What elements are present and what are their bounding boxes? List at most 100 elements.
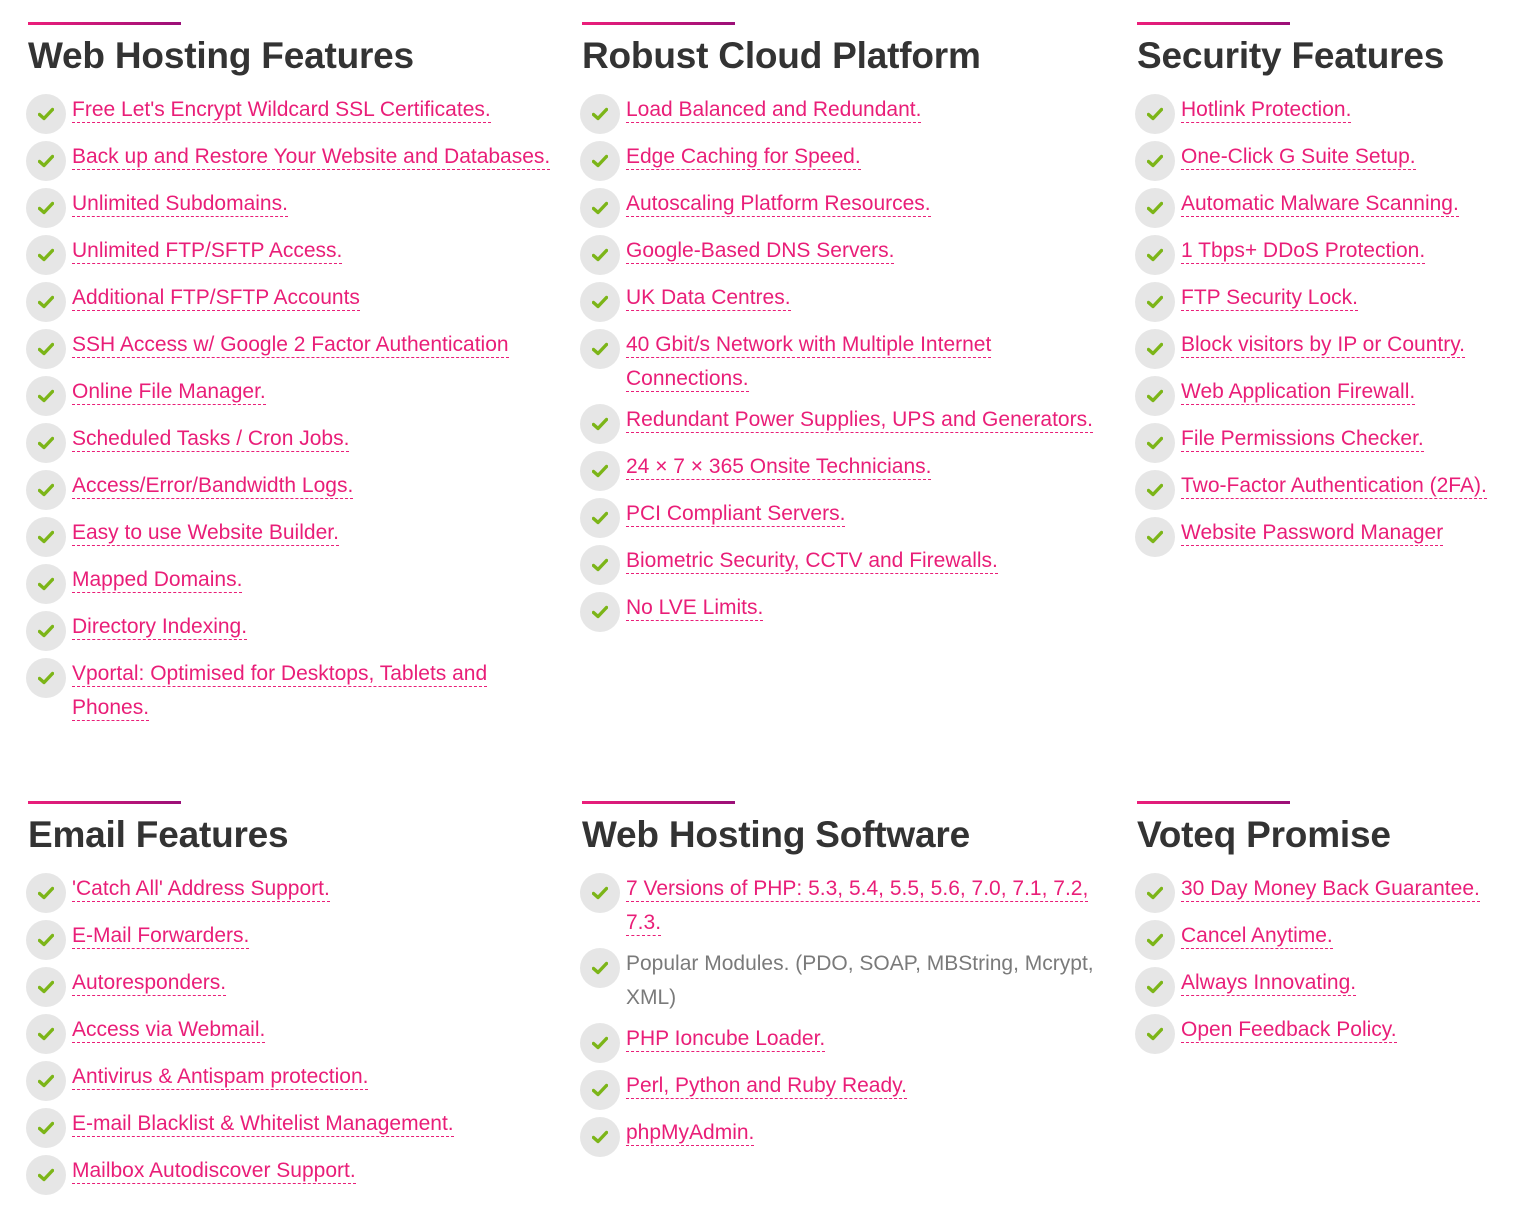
feature-item: Redundant Power Supplies, UPS and Genera…: [580, 403, 1112, 444]
check-icon: [26, 376, 66, 416]
feature-item: Biometric Security, CCTV and Firewalls.: [580, 544, 1112, 585]
feature-link[interactable]: Mapped Domains.: [72, 568, 243, 593]
feature-item: SSH Access w/ Google 2 Factor Authentica…: [26, 328, 558, 369]
check-icon: [26, 282, 66, 322]
feature-item: Two-Factor Authentication (2FA).: [1135, 469, 1512, 510]
feature-link[interactable]: Biometric Security, CCTV and Firewalls.: [626, 549, 998, 574]
feature-link[interactable]: Hotlink Protection.: [1181, 98, 1352, 123]
feature-link[interactable]: Cancel Anytime.: [1181, 924, 1333, 949]
feature-link[interactable]: Always Innovating.: [1181, 971, 1357, 996]
feature-link[interactable]: Unlimited Subdomains.: [72, 192, 288, 217]
check-icon: [26, 1155, 66, 1195]
feature-link[interactable]: Two-Factor Authentication (2FA).: [1181, 474, 1487, 499]
feature-item: Autoresponders.: [26, 966, 558, 1007]
feature-item: phpMyAdmin.: [580, 1116, 1112, 1157]
feature-link[interactable]: SSH Access w/ Google 2 Factor Authentica…: [72, 333, 509, 358]
check-icon: [1135, 94, 1175, 134]
check-icon: [580, 404, 620, 444]
feature-link[interactable]: PCI Compliant Servers.: [626, 502, 846, 527]
feature-list: Free Let's Encrypt Wildcard SSL Certific…: [26, 93, 558, 725]
feature-text: Popular Modules. (PDO, SOAP, MBString, M…: [626, 952, 1094, 1009]
feature-link[interactable]: Unlimited FTP/SFTP Access.: [72, 239, 343, 264]
feature-link[interactable]: Mailbox Autodiscover Support.: [72, 1159, 356, 1184]
feature-item: Edge Caching for Speed.: [580, 140, 1112, 181]
section-email-features: Email Features 'Catch All' Address Suppo…: [26, 801, 558, 1201]
feature-link[interactable]: 1 Tbps+ DDoS Protection.: [1181, 239, 1426, 264]
feature-link[interactable]: Autoscaling Platform Resources.: [626, 192, 931, 217]
check-icon: [26, 1108, 66, 1148]
check-icon: [26, 517, 66, 557]
check-icon: [580, 1070, 620, 1110]
feature-link[interactable]: Open Feedback Policy.: [1181, 1018, 1397, 1043]
check-icon: [580, 94, 620, 134]
feature-link[interactable]: E-Mail Forwarders.: [72, 924, 250, 949]
feature-link[interactable]: One-Click G Suite Setup.: [1181, 145, 1416, 170]
check-icon: [26, 967, 66, 1007]
feature-link[interactable]: Load Balanced and Redundant.: [626, 98, 922, 123]
feature-item: Access/Error/Bandwidth Logs.: [26, 469, 558, 510]
feature-item: Online File Manager.: [26, 375, 558, 416]
check-icon: [26, 1061, 66, 1101]
feature-link[interactable]: Web Application Firewall.: [1181, 380, 1416, 405]
feature-link[interactable]: Website Password Manager: [1181, 521, 1444, 546]
feature-link[interactable]: 24 × 7 × 365 Onsite Technicians.: [626, 455, 932, 480]
accent-bar: [582, 22, 735, 25]
accent-bar: [582, 801, 735, 804]
feature-link[interactable]: UK Data Centres.: [626, 286, 791, 311]
check-icon: [580, 235, 620, 275]
feature-link[interactable]: Vportal: Optimised for Desktops, Tablets…: [72, 662, 488, 721]
check-icon: [26, 94, 66, 134]
feature-item: Website Password Manager: [1135, 516, 1512, 557]
feature-link[interactable]: Easy to use Website Builder.: [72, 521, 339, 546]
feature-list: 'Catch All' Address Support. E-Mail Forwa…: [26, 872, 558, 1195]
feature-link[interactable]: Directory Indexing.: [72, 615, 248, 640]
feature-link[interactable]: Redundant Power Supplies, UPS and Genera…: [626, 408, 1093, 433]
check-icon: [1135, 329, 1175, 369]
feature-link[interactable]: Block visitors by IP or Country.: [1181, 333, 1465, 358]
feature-item: Web Application Firewall.: [1135, 375, 1512, 416]
feature-link[interactable]: Free Let's Encrypt Wildcard SSL Certific…: [72, 98, 491, 123]
feature-list: 30 Day Money Back Guarantee. Cancel Anyti…: [1135, 872, 1512, 1054]
feature-item: UK Data Centres.: [580, 281, 1112, 322]
feature-link[interactable]: Google-Based DNS Servers.: [626, 239, 895, 264]
feature-link[interactable]: 7 Versions of PHP: 5.3, 5.4, 5.5, 5.6, 7…: [626, 877, 1089, 936]
feature-link[interactable]: Access/Error/Bandwidth Logs.: [72, 474, 354, 499]
check-icon: [26, 658, 66, 698]
feature-link[interactable]: Antivirus & Antispam protection.: [72, 1065, 369, 1090]
check-icon: [26, 873, 66, 913]
feature-link[interactable]: 40 Gbit/s Network with Multiple Internet…: [626, 333, 992, 392]
feature-link[interactable]: 30 Day Money Back Guarantee.: [1181, 877, 1480, 902]
feature-link[interactable]: File Permissions Checker.: [1181, 427, 1424, 452]
feature-link[interactable]: PHP Ioncube Loader.: [626, 1027, 826, 1052]
feature-list: 7 Versions of PHP: 5.3, 5.4, 5.5, 5.6, 7…: [580, 872, 1112, 1157]
feature-item: 1 Tbps+ DDoS Protection.: [1135, 234, 1512, 275]
feature-link[interactable]: Automatic Malware Scanning.: [1181, 192, 1459, 217]
feature-item: 'Catch All' Address Support.: [26, 872, 558, 913]
check-icon: [26, 470, 66, 510]
feature-link[interactable]: Online File Manager.: [72, 380, 266, 405]
feature-link[interactable]: Scheduled Tasks / Cron Jobs.: [72, 427, 350, 452]
check-icon: [580, 1117, 620, 1157]
check-icon: [1135, 376, 1175, 416]
feature-item: Additional FTP/SFTP Accounts: [26, 281, 558, 322]
feature-link[interactable]: Autoresponders.: [72, 971, 227, 996]
feature-item: Hotlink Protection.: [1135, 93, 1512, 134]
check-icon: [26, 235, 66, 275]
feature-item: No LVE Limits.: [580, 591, 1112, 632]
feature-item: FTP Security Lock.: [1135, 281, 1512, 322]
feature-link[interactable]: E-mail Blacklist & Whitelist Management.: [72, 1112, 454, 1137]
check-icon: [26, 188, 66, 228]
feature-link[interactable]: 'Catch All' Address Support.: [72, 877, 330, 902]
feature-link[interactable]: Perl, Python and Ruby Ready.: [626, 1074, 907, 1099]
check-icon: [26, 1014, 66, 1054]
section-title: Web Hosting Features: [28, 35, 414, 76]
feature-link[interactable]: Access via Webmail.: [72, 1018, 266, 1043]
feature-link[interactable]: Back up and Restore Your Website and Dat…: [72, 145, 551, 170]
feature-link[interactable]: Edge Caching for Speed.: [626, 145, 861, 170]
feature-item: Automatic Malware Scanning.: [1135, 187, 1512, 228]
feature-link[interactable]: FTP Security Lock.: [1181, 286, 1359, 311]
feature-link[interactable]: No LVE Limits.: [626, 596, 764, 621]
check-icon: [1135, 470, 1175, 510]
feature-link[interactable]: Additional FTP/SFTP Accounts: [72, 286, 360, 311]
feature-link[interactable]: phpMyAdmin.: [626, 1121, 755, 1146]
